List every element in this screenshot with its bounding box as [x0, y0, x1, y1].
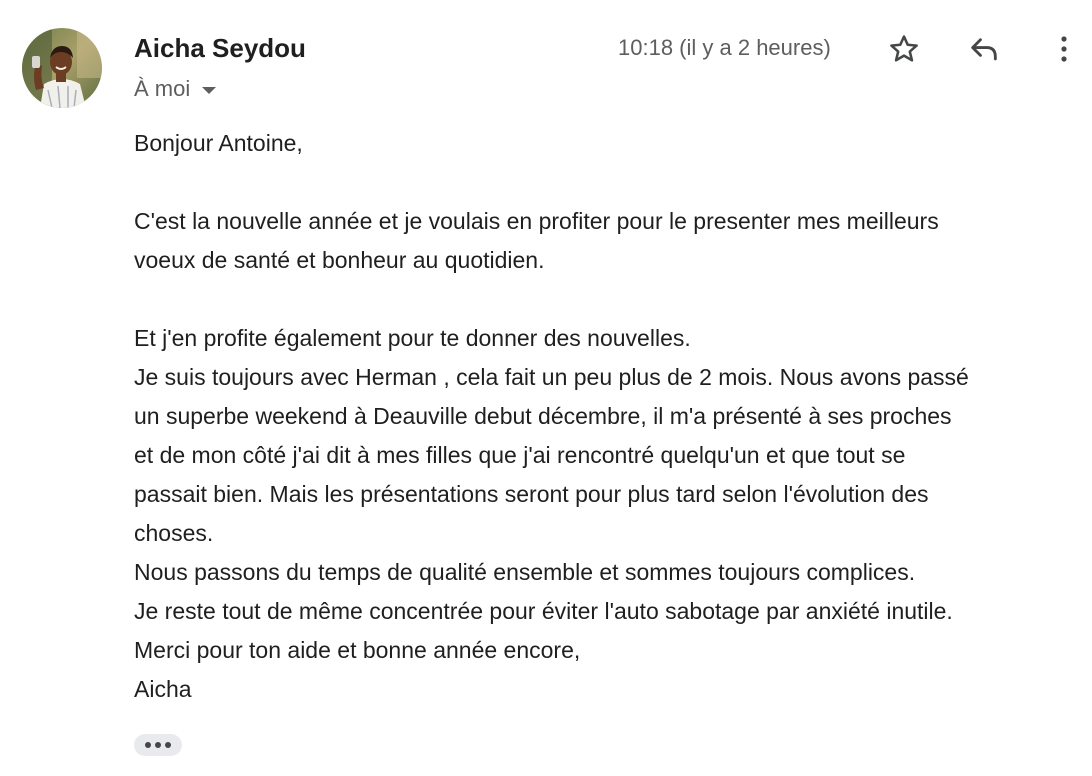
- star-icon: [890, 35, 918, 62]
- body-line: et de mon côté j'ai dit à mes filles que…: [134, 442, 906, 468]
- reply-button[interactable]: [964, 29, 1004, 69]
- sender-avatar[interactable]: [22, 28, 102, 108]
- star-button[interactable]: [884, 29, 924, 69]
- body-line: choses.: [134, 520, 214, 546]
- more-horiz-icon: [145, 742, 151, 748]
- more-horiz-icon: [165, 742, 171, 748]
- body-line: un superbe weekend à Deauville debut déc…: [134, 403, 952, 429]
- message-timestamp: 10:18 (il y a 2 heures): [618, 35, 831, 60]
- body-line: Et j'en profite également pour te donner…: [134, 325, 691, 351]
- body-line: Merci pour ton aide et bonne année encor…: [134, 637, 581, 663]
- body-line: Je suis toujours avec Herman , cela fait…: [134, 364, 969, 390]
- signature-line: Aicha: [134, 676, 192, 702]
- more-horiz-icon: [155, 742, 161, 748]
- caret-down-icon: [202, 86, 217, 94]
- reply-icon: [971, 38, 997, 61]
- body-line: voeux de santé et bonheur au quotidien.: [134, 247, 545, 273]
- body-line: C'est la nouvelle année et je voulais en…: [134, 208, 939, 234]
- greeting-line: Bonjour Antoine,: [134, 130, 303, 156]
- body-line: Je reste tout de même concentrée pour év…: [134, 598, 953, 624]
- show-trimmed-content-button[interactable]: [134, 734, 182, 756]
- sender-avatar-photo: [22, 28, 102, 108]
- more-options-button[interactable]: [1044, 29, 1084, 69]
- more-vert-icon: [1061, 36, 1067, 62]
- recipient-label: À moi: [134, 76, 191, 101]
- recipient-details-toggle[interactable]: À moi: [134, 74, 217, 104]
- body-line: passait bien. Mais les présentations ser…: [134, 481, 929, 507]
- sender-name: Aicha Seydou: [134, 33, 306, 63]
- message-body: Bonjour Antoine, C'est la nouvelle année…: [134, 124, 1084, 709]
- body-line: Nous passons du temps de qualité ensembl…: [134, 559, 916, 585]
